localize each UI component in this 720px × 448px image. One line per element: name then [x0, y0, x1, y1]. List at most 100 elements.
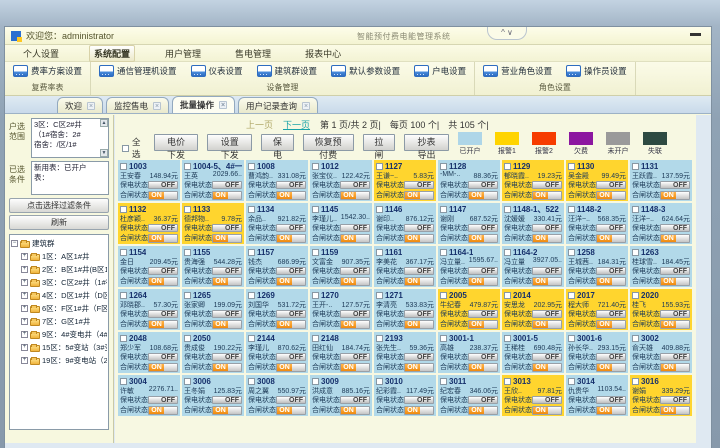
meter-card[interactable]: 1159 文富金 907.35元 保电状态 OFF 合闸状态 ON: [310, 246, 372, 287]
condition-listbox[interactable]: 新用表：已开户表：: [31, 161, 109, 195]
card-checkbox[interactable]: [312, 206, 319, 213]
hezha-toggle[interactable]: ON: [148, 320, 178, 329]
baodian-toggle[interactable]: OFF: [148, 224, 178, 232]
hezha-toggle[interactable]: ON: [596, 191, 626, 200]
baodian-toggle[interactable]: OFF: [596, 181, 626, 189]
baodian-toggle[interactable]: OFF: [532, 353, 562, 361]
hezha-toggle[interactable]: ON: [340, 191, 370, 200]
menu-item[interactable]: 售电管理: [231, 46, 275, 61]
card-checkbox[interactable]: [120, 335, 127, 342]
tree-root[interactable]: − 建筑群: [11, 237, 107, 250]
hezha-toggle[interactable]: ON: [148, 406, 178, 415]
action-button[interactable]: 恢复预付费: [303, 134, 354, 151]
hezha-toggle[interactable]: ON: [276, 363, 306, 372]
hezha-toggle[interactable]: ON: [468, 406, 498, 415]
card-checkbox[interactable]: [248, 249, 255, 256]
card-checkbox[interactable]: [184, 292, 191, 299]
baodian-toggle[interactable]: OFF: [660, 396, 690, 404]
hezha-toggle[interactable]: ON: [532, 320, 562, 329]
expand-icon[interactable]: +: [21, 344, 28, 351]
meter-card[interactable]: 1146 谢印.. 876.12元 保电状态 OFF 合闸状态 ON: [374, 203, 436, 244]
card-checkbox[interactable]: [120, 378, 127, 385]
action-button[interactable]: 拉闸: [363, 134, 395, 151]
card-checkbox[interactable]: [504, 163, 511, 170]
meter-card[interactable]: 3014 仇贵华 1103.54.. 保电状态 OFF 合闸状态 ON: [566, 375, 628, 416]
meter-card[interactable]: 3016 谢娟 339.29元 保电状态 OFF 合闸状态 ON: [630, 375, 692, 416]
hezha-toggle[interactable]: ON: [660, 277, 690, 286]
hezha-toggle[interactable]: ON: [148, 363, 178, 372]
card-checkbox[interactable]: [504, 206, 511, 213]
baodian-toggle[interactable]: OFF: [340, 396, 370, 404]
card-checkbox[interactable]: [632, 292, 639, 299]
baodian-toggle[interactable]: OFF: [148, 310, 178, 318]
hezha-toggle[interactable]: ON: [468, 363, 498, 372]
baodian-toggle[interactable]: OFF: [404, 267, 434, 275]
meter-card[interactable]: 2050 贵成俊 190.22元 保电状态 OFF 合闸状态 ON: [182, 332, 244, 373]
card-checkbox[interactable]: [184, 249, 191, 256]
refresh-button[interactable]: 刷新: [9, 215, 109, 230]
hezha-toggle[interactable]: ON: [276, 406, 306, 415]
hezha-toggle[interactable]: ON: [468, 277, 498, 286]
meter-card[interactable]: 1147 谢刚 687.52元 保电状态 OFF 合闸状态 ON: [438, 203, 500, 244]
scroll-down-icon[interactable]: ▼: [100, 149, 108, 157]
meter-card[interactable]: 3001-6 孙长华.. 293.15元 保电状态 OFF 合闸状态 ON: [566, 332, 628, 373]
baodian-toggle[interactable]: OFF: [468, 267, 498, 275]
expand-icon[interactable]: +: [21, 357, 28, 364]
card-checkbox[interactable]: [184, 206, 191, 213]
tree-item[interactable]: + 3区：C区2#井（1#宿: [11, 276, 107, 289]
tree-item[interactable]: + 4区：D区1#井（D区1: [11, 289, 107, 302]
meter-card[interactable]: 2014 安思龙 202.95元 保电状态 OFF 合闸状态 ON: [502, 289, 564, 330]
meter-card[interactable]: 1148-2 汪洋~.. 568.35元 保电状态 OFF 合闸状态 ON: [566, 203, 628, 244]
baodian-toggle[interactable]: OFF: [212, 267, 242, 275]
tab[interactable]: 监控售电 ×: [106, 97, 169, 113]
meter-card[interactable]: 3001-5 王稀桂 690.48元 保电状态 OFF 合闸状态 ON: [502, 332, 564, 373]
meter-card[interactable]: 2020 桂飞 155.93元 保电状态 OFF 合闸状态 ON: [630, 289, 692, 330]
meter-card[interactable]: 3013 王欣.. 97.81元 保电状态 OFF 合闸状态 ON: [502, 375, 564, 416]
meter-card[interactable]: 3008 周之翼 550.97元 保电状态 OFF 合闸状态 ON: [246, 375, 308, 416]
choose-filter-button[interactable]: 点击选择过滤条件: [9, 198, 109, 213]
menu-item[interactable]: 用户管理: [161, 46, 205, 61]
card-checkbox[interactable]: [248, 163, 255, 170]
hezha-toggle[interactable]: ON: [148, 191, 178, 200]
hezha-toggle[interactable]: ON: [660, 320, 690, 329]
hezha-toggle[interactable]: ON: [660, 363, 690, 372]
prev-page-link[interactable]: 上一页: [246, 118, 273, 131]
meter-card[interactable]: 1164-2 冯立量 3927.05.. 保电状态 OFF 合闸状态 ON: [502, 246, 564, 287]
baodian-toggle[interactable]: OFF: [532, 267, 562, 275]
meter-card[interactable]: 3006 王冬娟 125.83元 保电状态 OFF 合闸状态 ON: [182, 375, 244, 416]
tab-close-icon[interactable]: ×: [219, 101, 227, 109]
baodian-toggle[interactable]: OFF: [660, 181, 690, 189]
baodian-toggle[interactable]: OFF: [404, 224, 434, 232]
meter-card[interactable]: 1145 李瑾儿.. 1542.30.. 保电状态 OFF 合闸状态 ON: [310, 203, 372, 244]
meter-card[interactable]: 1164-1 冯立量.. 1595.67.. 保电状态 OFF 合闸状态 ON: [438, 246, 500, 287]
card-checkbox[interactable]: [248, 206, 255, 213]
menu-item[interactable]: 个人设置: [19, 46, 63, 61]
meter-card[interactable]: 2148 田红仙 184.74元 保电状态 OFF 合闸状态 ON: [310, 332, 372, 373]
card-checkbox[interactable]: [248, 335, 255, 342]
hezha-toggle[interactable]: ON: [212, 320, 242, 329]
card-checkbox[interactable]: [568, 163, 575, 170]
meter-card[interactable]: 2017 程大师 721.40元 保电状态 OFF 合闸状态 ON: [566, 289, 628, 330]
baodian-toggle[interactable]: OFF: [276, 181, 306, 189]
ribbon-button[interactable]: 操作员设置: [566, 65, 627, 77]
collapse-icon[interactable]: −: [11, 240, 18, 247]
ribbon-button[interactable]: 仪表设置: [191, 65, 243, 77]
baodian-toggle[interactable]: OFF: [340, 224, 370, 232]
card-checkbox[interactable]: [504, 249, 511, 256]
card-checkbox[interactable]: [568, 249, 575, 256]
card-checkbox[interactable]: [568, 292, 575, 299]
baodian-toggle[interactable]: OFF: [148, 267, 178, 275]
card-checkbox[interactable]: [632, 249, 639, 256]
hezha-toggle[interactable]: ON: [532, 363, 562, 372]
meter-card[interactable]: 1155 贵海强 544.28元 保电状态 OFF 合闸状态 ON: [182, 246, 244, 287]
meter-card[interactable]: 1270 王开-.. 127.57元 保电状态 OFF 合闸状态 ON: [310, 289, 372, 330]
card-checkbox[interactable]: [504, 292, 511, 299]
ribbon-button[interactable]: 费率方案设置: [13, 65, 82, 77]
tree-item[interactable]: + 19区：9#变电站（2#: [11, 354, 107, 367]
meter-card[interactable]: 1265 张家卿 199.09元 保电状态 OFF 合闸状态 ON: [182, 289, 244, 330]
hezha-toggle[interactable]: ON: [596, 320, 626, 329]
meter-card[interactable]: 1271 李清亮 533.83元 保电状态 OFF 合闸状态 ON: [374, 289, 436, 330]
hezha-toggle[interactable]: ON: [340, 406, 370, 415]
hezha-toggle[interactable]: ON: [468, 320, 498, 329]
tab-close-icon[interactable]: ×: [87, 102, 95, 110]
